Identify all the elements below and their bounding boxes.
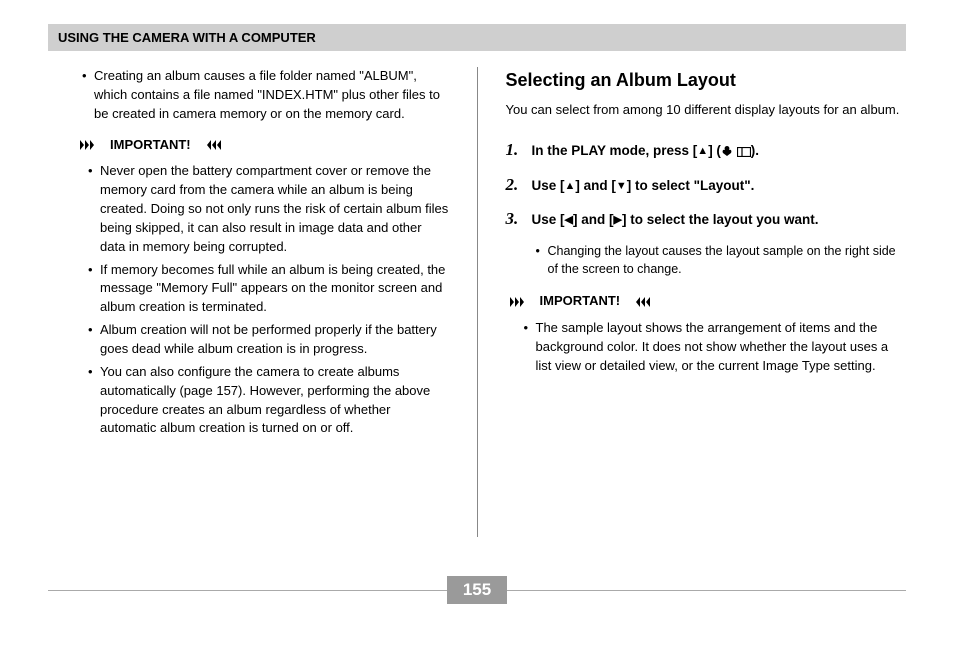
- body-text: Never open the battery compartment cover…: [100, 162, 449, 256]
- right-arrow-icon: ▶: [613, 213, 621, 229]
- body-text: You can also configure the camera to cre…: [100, 363, 449, 438]
- bullet-icon: •: [88, 363, 100, 438]
- important-heading: IMPORTANT!: [80, 136, 449, 155]
- bullet-icon: •: [82, 67, 94, 124]
- important-label: IMPORTANT!: [110, 136, 191, 155]
- step-number: 1.: [506, 138, 524, 163]
- up-arrow-icon: ▲: [697, 144, 708, 160]
- bullet-icon: •: [524, 319, 536, 376]
- body-text: Changing the layout causes the layout sa…: [548, 242, 907, 278]
- text-fragment: ] and [: [575, 178, 616, 193]
- right-column: Selecting an Album Layout You can select…: [506, 67, 907, 537]
- step-3-note: • Changing the layout causes the layout …: [536, 242, 907, 278]
- step-1: 1. In the PLAY mode, press [▲] ( ).: [506, 138, 907, 163]
- list-item: • You can also configure the camera to c…: [88, 363, 449, 438]
- column-divider: [477, 67, 478, 537]
- body-text: Album creation will not be performed pro…: [100, 321, 449, 359]
- text-fragment: ] (: [708, 143, 721, 158]
- footer-rule: [507, 590, 906, 591]
- list-item: • Album creation will not be performed p…: [88, 321, 449, 359]
- text-fragment: Use [: [532, 212, 565, 227]
- step-text: Use [◀] and [▶] to select the layout you…: [532, 210, 819, 230]
- list-item: • If memory becomes full while an album …: [88, 261, 449, 318]
- left-arrow-icon: ◀: [565, 213, 573, 229]
- left-column: • Creating an album causes a file folder…: [48, 67, 449, 537]
- important-heading: IMPORTANT!: [510, 292, 907, 311]
- card-icon: [737, 143, 751, 163]
- text-fragment: ] and [: [573, 212, 614, 227]
- bullet-icon: •: [536, 242, 548, 278]
- step-number: 2.: [506, 173, 524, 198]
- important-right-icon: [80, 140, 102, 150]
- body-text: The sample layout shows the arrangement …: [536, 319, 907, 376]
- body-text: Creating an album causes a file folder n…: [94, 67, 449, 124]
- intro-text: You can select from among 10 different d…: [506, 101, 907, 120]
- section-header-text: USING THE CAMERA WITH A COMPUTER: [58, 30, 316, 45]
- text-fragment: Use [: [532, 178, 565, 193]
- text-fragment: ] to select the layout you want.: [622, 212, 819, 227]
- page-number: 155: [447, 576, 507, 604]
- text-fragment: ] to select "Layout".: [627, 178, 755, 193]
- list-item: • Never open the battery compartment cov…: [88, 162, 449, 256]
- important-right-icon: [510, 297, 532, 307]
- section-header: USING THE CAMERA WITH A COMPUTER: [48, 24, 906, 51]
- important-list: • Never open the battery compartment cov…: [48, 162, 449, 438]
- page-footer: 155: [48, 576, 906, 604]
- footer-rule: [48, 590, 447, 591]
- content-columns: • Creating an album causes a file folder…: [48, 67, 906, 537]
- bullet-icon: •: [88, 321, 100, 359]
- text-fragment: In the PLAY mode, press [: [532, 143, 698, 158]
- step-3: 3. Use [◀] and [▶] to select the layout …: [506, 207, 907, 232]
- text-fragment: ).: [751, 143, 759, 158]
- macro-icon: [721, 143, 733, 163]
- step-number: 3.: [506, 207, 524, 232]
- up-arrow-icon: ▲: [565, 179, 576, 195]
- important-left-icon: [628, 297, 650, 307]
- step-text: Use [▲] and [▼] to select "Layout".: [532, 176, 755, 196]
- subsection-title: Selecting an Album Layout: [506, 67, 907, 93]
- step-text: In the PLAY mode, press [▲] ( ).: [532, 141, 759, 163]
- bullet-icon: •: [88, 162, 100, 256]
- body-text: If memory becomes full while an album is…: [100, 261, 449, 318]
- important-list: • The sample layout shows the arrangemen…: [506, 319, 907, 376]
- bullet-icon: •: [88, 261, 100, 318]
- down-arrow-icon: ▼: [616, 179, 627, 195]
- step-2: 2. Use [▲] and [▼] to select "Layout".: [506, 173, 907, 198]
- list-item: • The sample layout shows the arrangemen…: [524, 319, 907, 376]
- important-left-icon: [199, 140, 221, 150]
- important-label: IMPORTANT!: [540, 292, 621, 311]
- list-item: • Creating an album causes a file folder…: [48, 67, 449, 124]
